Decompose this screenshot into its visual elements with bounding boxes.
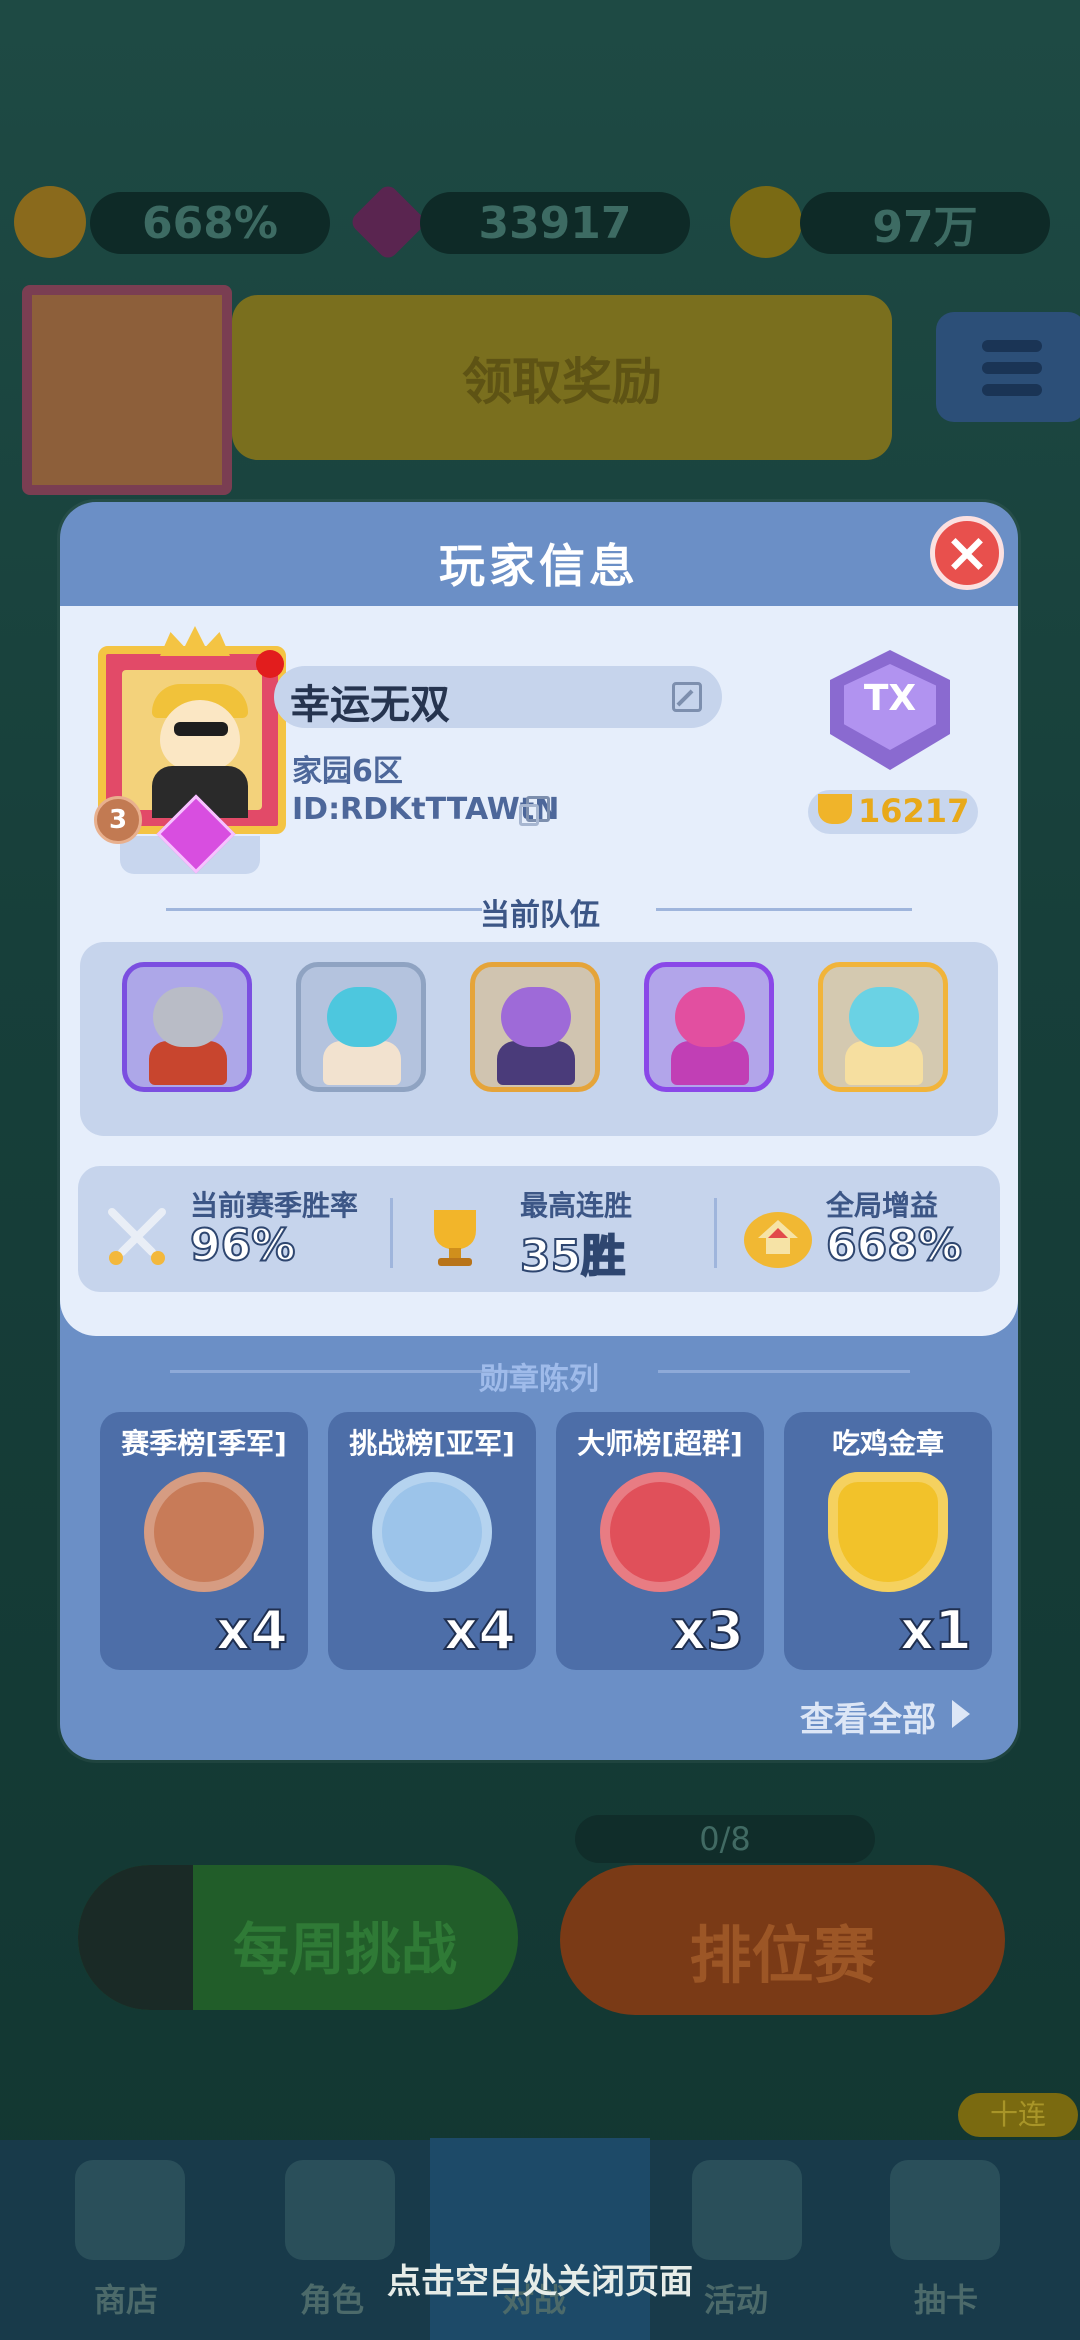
medal-count: x3 xyxy=(671,1598,745,1663)
win-rate-label: 当前赛季胜率 xyxy=(190,1189,359,1222)
house-boost-icon xyxy=(740,1202,812,1272)
hero-pink-brute[interactable] xyxy=(644,962,774,1092)
medal-count: x1 xyxy=(899,1598,973,1663)
characters-icon[interactable] xyxy=(285,2160,395,2260)
close-icon: × xyxy=(944,521,990,584)
medal-count: x4 xyxy=(215,1598,289,1663)
divider xyxy=(656,908,912,911)
ranked-match-button[interactable]: 排位赛 xyxy=(560,1865,1005,2015)
copy-id-icon[interactable] xyxy=(519,796,550,826)
close-hint[interactable]: 点击空白处关闭页面 xyxy=(0,2254,1080,2303)
modal-title: 玩家信息 xyxy=(439,539,639,593)
coin-value: 97万 xyxy=(872,202,978,253)
notification-dot xyxy=(256,650,284,678)
medals-title: 勋章陈列 xyxy=(479,1362,599,1397)
weekly-challenge-button[interactable]: 每周挑战 xyxy=(78,1865,518,2010)
boost-value: 668% xyxy=(142,197,278,249)
crossed-swords-icon xyxy=(102,1202,172,1272)
play-arrow-icon[interactable] xyxy=(952,1700,970,1728)
ten-pull-badge: 十连 xyxy=(958,2093,1078,2137)
menu-button[interactable] xyxy=(936,312,1080,422)
rank-progress: 0/8 xyxy=(575,1815,875,1863)
medal-name: 挑战榜[亚军] xyxy=(349,1427,515,1460)
gem-resource: 33917 xyxy=(420,192,690,254)
ten-pull-label: 十连 xyxy=(989,2098,1046,2131)
hero-head xyxy=(849,987,919,1047)
view-all-button[interactable]: 查看全部 xyxy=(800,1692,936,1741)
crown-icon xyxy=(160,626,230,656)
global-boost-value: 668% xyxy=(825,1219,963,1272)
trophy-small-icon xyxy=(818,794,852,824)
rank-progress-value: 0/8 xyxy=(699,1820,751,1858)
player-panel: 3 幸运无双 家园6区 ID:RDKtTTAWtN TX 16217 当前队伍 … xyxy=(60,606,1018,1336)
hero-head xyxy=(501,987,571,1047)
shop-icon[interactable] xyxy=(75,2160,185,2260)
global-boost-label: 全局增益 xyxy=(826,1189,939,1222)
divider xyxy=(390,1198,393,1268)
divider xyxy=(658,1370,910,1373)
gacha-icon[interactable] xyxy=(890,2160,1000,2260)
medal-count: x4 xyxy=(443,1598,517,1663)
ranked-match-label: 排位赛 xyxy=(689,1919,876,1992)
gold-coin-icon xyxy=(730,186,802,258)
medal-name: 吃鸡金章 xyxy=(831,1427,944,1460)
hero-shadow-beast[interactable] xyxy=(470,962,600,1092)
hero-head xyxy=(675,987,745,1047)
player-name: 幸运无双 xyxy=(290,682,450,728)
background-avatar[interactable] xyxy=(22,285,232,495)
divider xyxy=(714,1198,717,1268)
hero-crystal-sage[interactable] xyxy=(818,962,948,1092)
hero-body xyxy=(497,1041,575,1085)
hero-head xyxy=(327,987,397,1047)
medal-name: 大师榜[超群] xyxy=(577,1427,743,1460)
weekly-challenge-label: 每周挑战 xyxy=(233,1918,457,1983)
bronze-3-medal-icon xyxy=(144,1472,264,1592)
silver-2-star-icon xyxy=(372,1472,492,1592)
rank-emblem-label: TX xyxy=(863,678,917,719)
battle-icon[interactable] xyxy=(485,2160,595,2260)
server-name: 家园6区 xyxy=(292,754,403,789)
trophy-value: 16217 xyxy=(858,792,970,830)
edit-name-icon[interactable] xyxy=(672,682,702,712)
top-10-shield-icon xyxy=(600,1472,720,1592)
medal-card[interactable]: 挑战榜[亚军] x4 xyxy=(328,1412,536,1670)
boost-resource: 668% xyxy=(90,192,330,254)
medal-card[interactable]: 赛季榜[季军] x4 xyxy=(100,1412,308,1670)
hero-knight[interactable] xyxy=(122,962,252,1092)
avatar-shades xyxy=(174,722,228,736)
house-boost-icon xyxy=(14,186,86,258)
team-title: 当前队伍 xyxy=(480,898,600,933)
coin-resource: 97万 xyxy=(800,192,1050,254)
medal-name: 赛季榜[季军] xyxy=(121,1427,287,1460)
close-button[interactable]: × xyxy=(930,516,1004,590)
hero-body xyxy=(149,1041,227,1085)
hero-head xyxy=(153,987,223,1047)
gold-shield-icon xyxy=(828,1472,948,1592)
hero-ice-mage[interactable] xyxy=(296,962,426,1092)
max-streak-label: 最高连胜 xyxy=(520,1189,633,1222)
hero-body xyxy=(323,1041,401,1085)
medal-card[interactable]: 吃鸡金章 x1 xyxy=(784,1412,992,1670)
win-rate-value: 96% xyxy=(189,1219,296,1272)
hero-body xyxy=(671,1041,749,1085)
medal-card[interactable]: 大师榜[超群] x3 xyxy=(556,1412,764,1670)
trophy-icon xyxy=(420,1202,490,1272)
claim-reward-button[interactable]: 领取奖励 xyxy=(232,295,892,460)
max-streak-value: 35胜 xyxy=(519,1230,626,1283)
divider xyxy=(166,908,482,911)
level-badge: 3 xyxy=(94,796,142,844)
menu-icon xyxy=(982,340,1042,352)
gem-value: 33917 xyxy=(478,197,632,249)
player-info-modal: 玩家信息 × 3 幸运无双 家园6区 ID:RDKtTTAWtN TX 1621… xyxy=(60,502,1018,1760)
rank-emblem-icon[interactable]: TX xyxy=(830,650,950,770)
hero-body xyxy=(845,1041,923,1085)
events-icon[interactable] xyxy=(692,2160,802,2260)
claim-reward-label: 领取奖励 xyxy=(462,352,662,411)
